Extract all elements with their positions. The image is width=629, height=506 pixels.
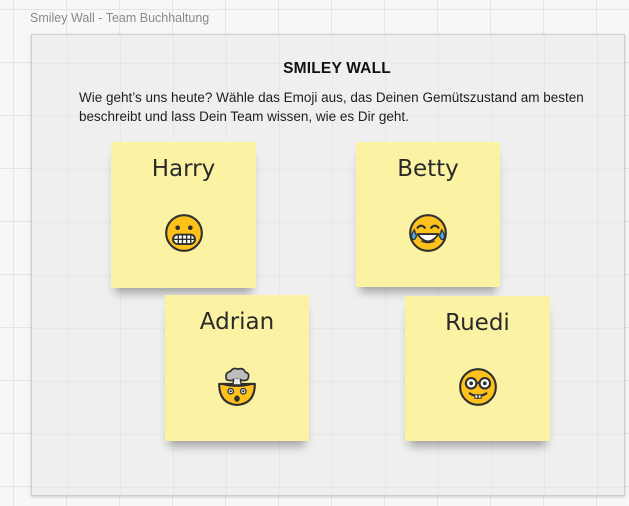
nerd-face-icon bbox=[457, 366, 499, 408]
sticky-note-name: Harry bbox=[151, 156, 216, 182]
frame-description: Wie geht’s uns heute? Wähle das Emoji au… bbox=[79, 90, 584, 124]
sticky-note-betty[interactable]: Betty bbox=[356, 142, 500, 287]
face-with-tears-of-joy-icon bbox=[407, 212, 449, 254]
sticky-note-name: Betty bbox=[397, 156, 459, 182]
board-title: Smiley Wall - Team Buchhaltung bbox=[30, 11, 210, 25]
grimacing-face-icon bbox=[163, 212, 205, 254]
sticky-note-name: Ruedi bbox=[445, 310, 510, 336]
sticky-note-ruedi[interactable]: Ruedi bbox=[405, 296, 550, 441]
sticky-note-harry[interactable]: Harry bbox=[111, 142, 256, 288]
whiteboard-canvas[interactable]: Smiley Wall - Team Buchhaltung SMILEY WA… bbox=[0, 0, 629, 506]
frame-heading: SMILEY WALL bbox=[283, 60, 391, 77]
smiley-wall-frame[interactable]: SMILEY WALL Wie geht’s uns heute? Wähle … bbox=[31, 34, 625, 496]
sticky-note-name: Adrian bbox=[199, 309, 275, 335]
sticky-note-adrian[interactable]: Adrian bbox=[165, 295, 309, 441]
exploding-head-icon bbox=[216, 365, 258, 407]
